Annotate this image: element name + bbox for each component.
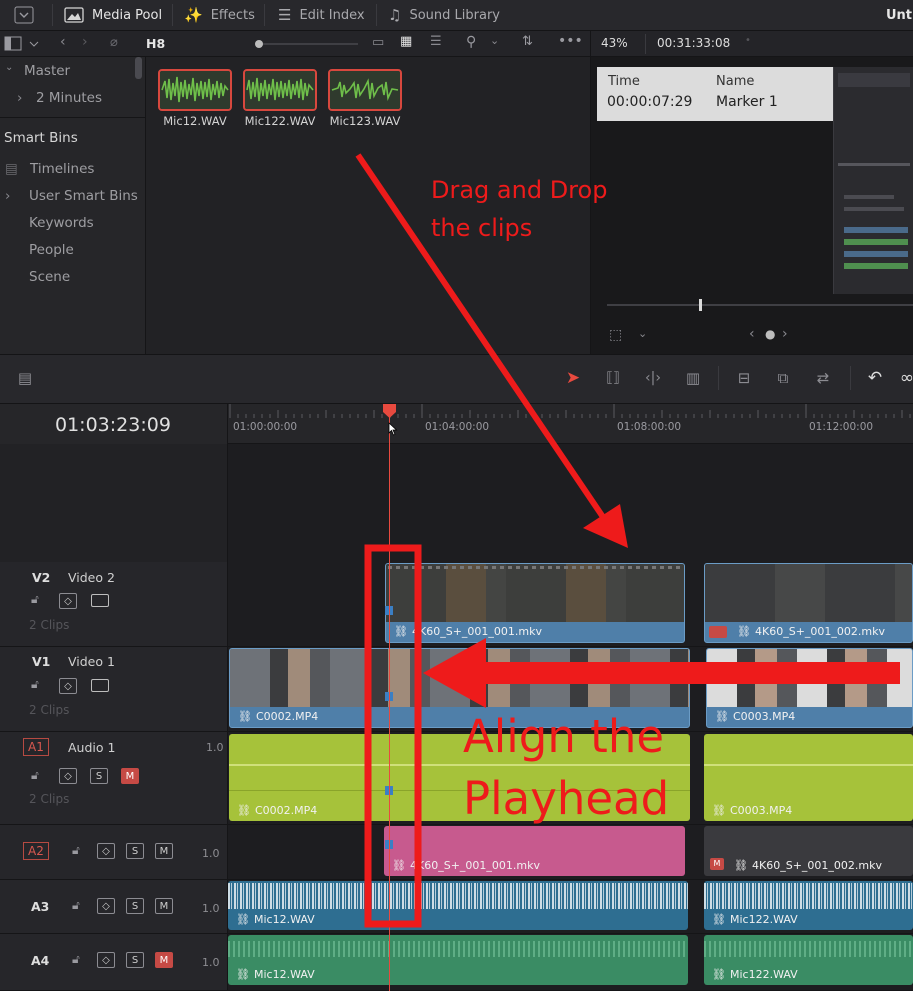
annotation-line: the clips — [431, 214, 533, 242]
drag-drop-annotation: Drag and Drop the clips — [431, 171, 607, 247]
annotation-overlay — [355, 153, 900, 928]
align-playhead-annotation: Align the Playhead — [463, 706, 669, 830]
playhead-highlight-box — [364, 544, 422, 928]
align-arrow-head — [423, 638, 486, 708]
drag-arrow-head — [583, 504, 628, 548]
annotation-line: Playhead — [463, 772, 670, 825]
annotation-line: Drag and Drop — [431, 176, 608, 204]
annotation-line: Align the — [463, 710, 665, 763]
